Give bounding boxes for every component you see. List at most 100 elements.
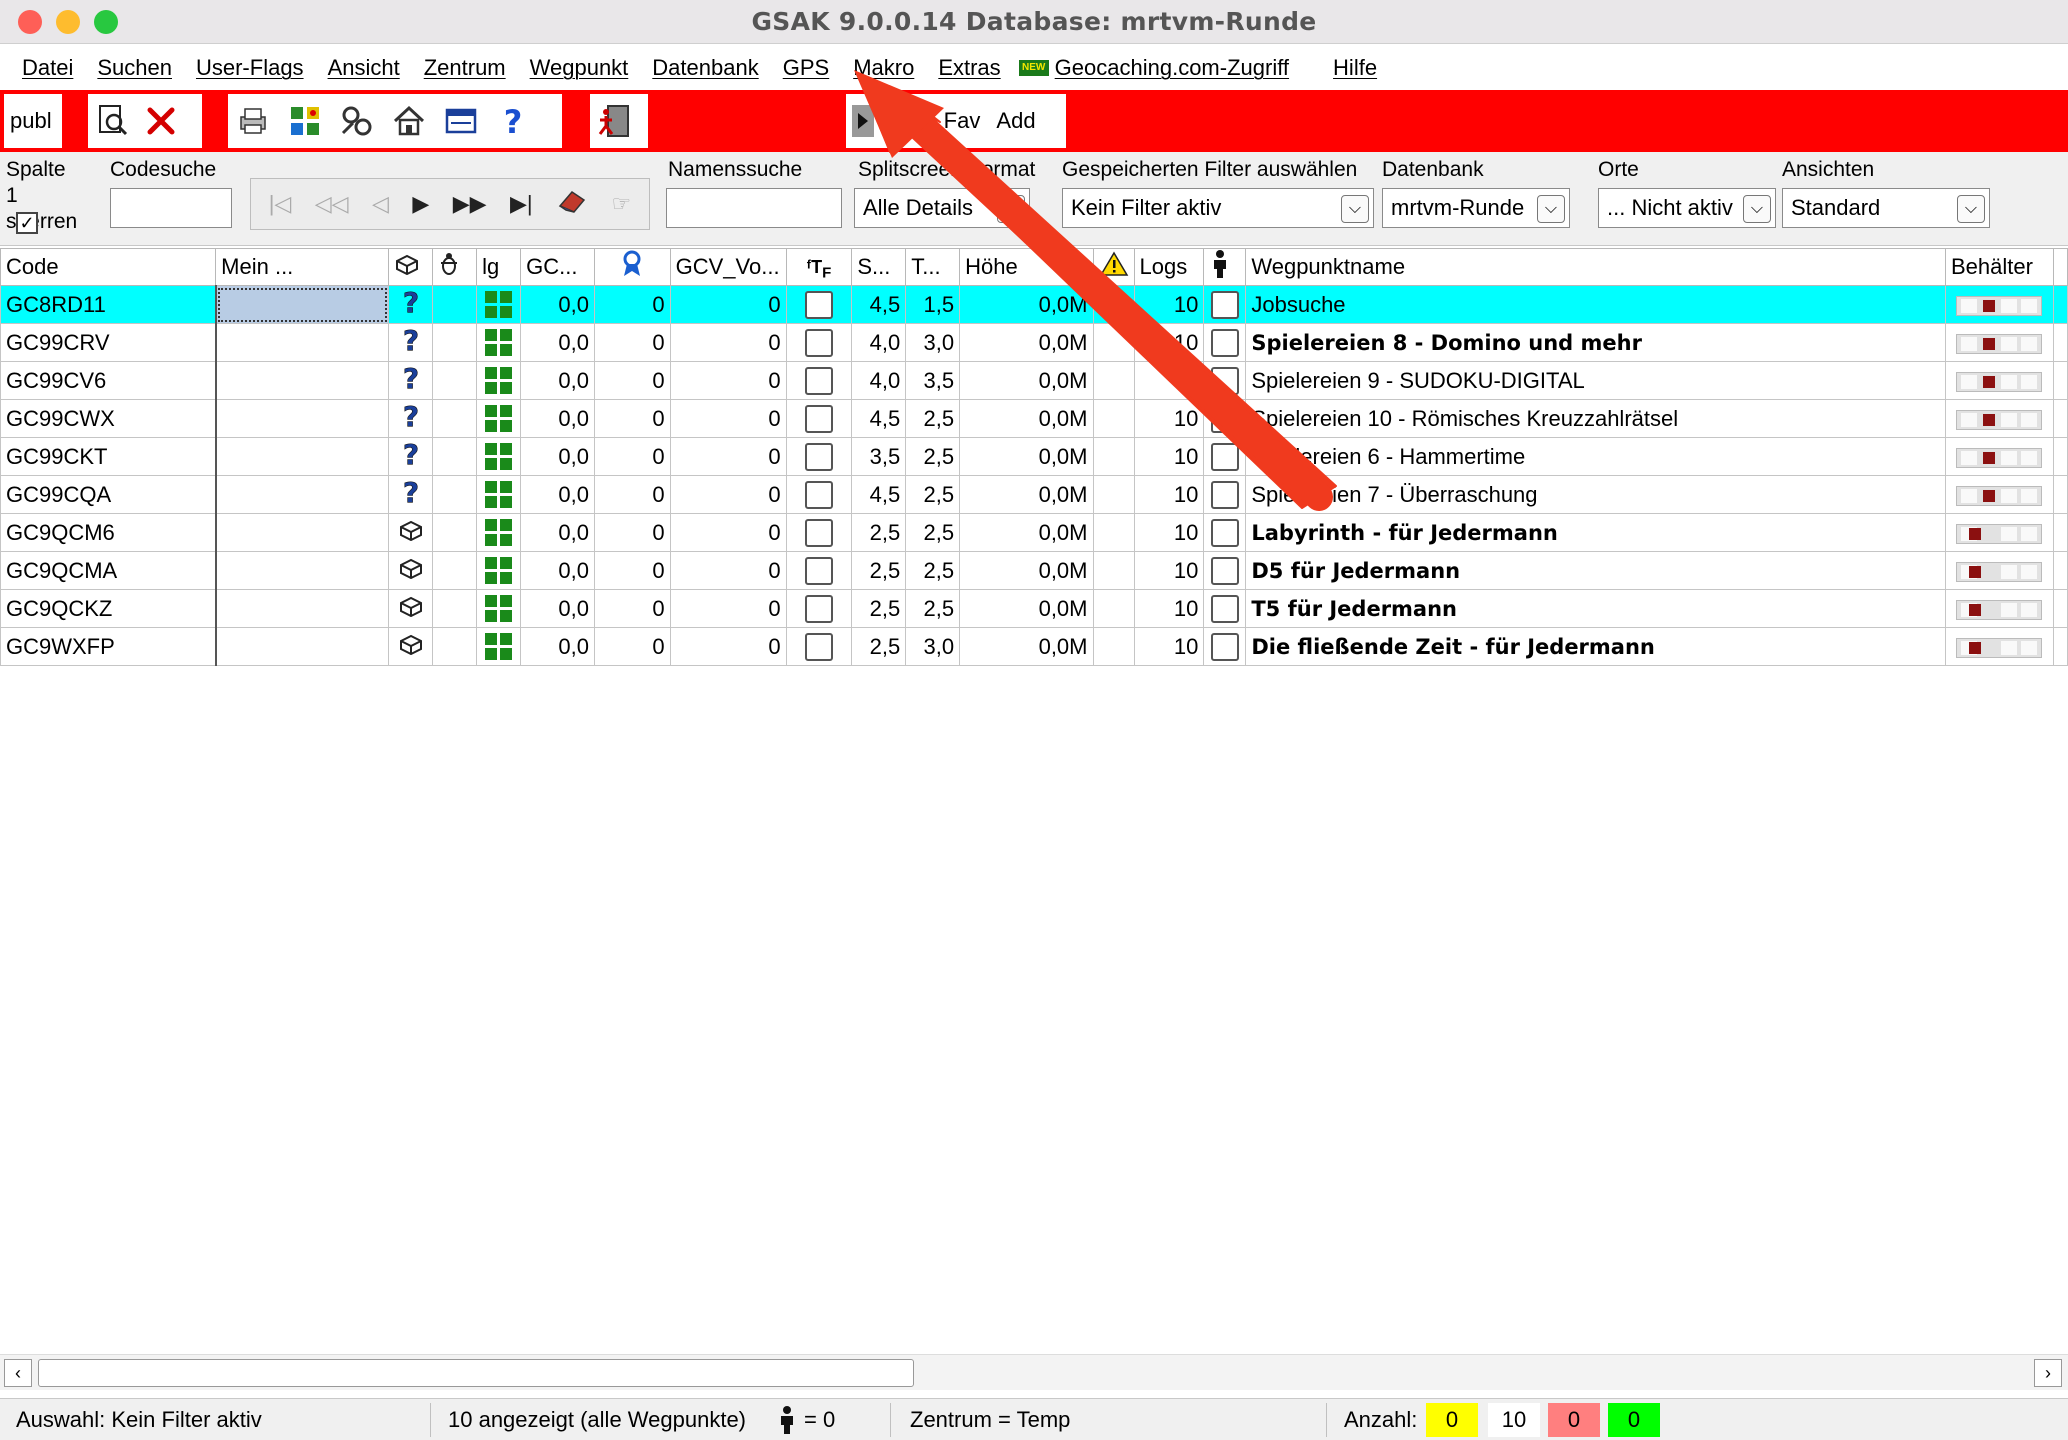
ftf-checkbox[interactable] (804, 480, 833, 509)
cell-code[interactable]: GC9QCKZ (0, 589, 217, 628)
cell-person[interactable] (1203, 323, 1247, 362)
col-gcv[interactable]: GCV_Vo... (669, 248, 787, 286)
cell-person[interactable] (1203, 437, 1247, 476)
col-gc[interactable]: GC... (520, 248, 595, 286)
datenbank-select[interactable]: mrtvm-Runde ⌵ (1382, 188, 1570, 228)
cell-mein[interactable] (215, 513, 390, 552)
ftf-checkbox[interactable] (804, 442, 833, 471)
table-row[interactable]: GC8RD11? 0,0 0 0 4,5 1,5 0,0M 10 Jobsuche (0, 285, 2068, 324)
cell-ftf[interactable] (785, 285, 853, 324)
cell-code[interactable]: GC99CQA (0, 475, 217, 514)
person-checkbox[interactable] (1210, 632, 1239, 661)
person-checkbox[interactable] (1210, 404, 1239, 433)
person-checkbox[interactable] (1210, 594, 1239, 623)
cell-person[interactable] (1203, 589, 1247, 628)
ftf-checkbox[interactable] (804, 556, 833, 585)
scroll-left-icon[interactable]: ‹ (4, 1359, 32, 1387)
col-t[interactable]: T... (905, 248, 961, 286)
menu-hilfe[interactable]: Hilfe (1321, 55, 1389, 81)
cell-name[interactable]: Jobsuche (1245, 285, 1946, 324)
col-person[interactable] (1203, 248, 1247, 286)
macro-add-button[interactable]: Add (996, 98, 1036, 144)
cell-person[interactable] (1203, 513, 1247, 552)
cell-person[interactable] (1203, 627, 1247, 666)
col-logs[interactable]: Logs (1133, 248, 1205, 286)
table-row[interactable]: GC99CV6? 0,0 0 0 4,0 3,5 0,0M 10 Spielereien 9 -… (0, 361, 2068, 400)
menu-ansicht[interactable]: Ansicht (316, 55, 412, 81)
cell-person[interactable] (1203, 399, 1247, 438)
table-row[interactable]: GC9WXFP 0,0 0 0 2,5 3,0 0,0M 10 Die fließende Ze… (0, 627, 2068, 666)
publ-button[interactable]: publ (10, 98, 52, 144)
col-cache-type[interactable] (388, 248, 434, 286)
orte-select[interactable]: ... Nicht aktiv ⌵ (1598, 188, 1776, 228)
table-row[interactable]: GC9QCM6 0,0 0 0 2,5 2,5 0,0M 10 Labyrinth - für … (0, 513, 2068, 552)
namenssuche-input[interactable] (666, 188, 842, 228)
sperren-checkbox[interactable]: ✓ (16, 212, 38, 234)
scroll-right-icon[interactable]: › (2034, 1359, 2062, 1387)
cell-ftf[interactable] (785, 399, 853, 438)
cell-person[interactable] (1203, 285, 1247, 324)
cell-name[interactable]: Labyrinth - für Jedermann (1245, 513, 1946, 552)
cell-person[interactable] (1203, 551, 1247, 590)
ftf-checkbox[interactable] (804, 366, 833, 395)
cell-ftf[interactable] (785, 437, 853, 476)
cell-ftf[interactable] (785, 323, 853, 362)
eraser-icon[interactable] (556, 188, 588, 220)
cell-mein[interactable] (215, 475, 390, 514)
cell-name[interactable]: Spielereien 10 - Römisches Kreuzzahlräts… (1245, 399, 1946, 438)
ftf-checkbox[interactable] (804, 328, 833, 357)
person-checkbox[interactable] (1210, 290, 1239, 319)
col-ig[interactable]: lg (476, 248, 522, 286)
cell-ftf[interactable] (785, 551, 853, 590)
person-checkbox[interactable] (1210, 328, 1239, 357)
maximize-window-button[interactable] (94, 10, 118, 34)
col-hoehe[interactable]: Höhe (959, 248, 1094, 286)
horizontal-scrollbar[interactable]: ‹ › (0, 1354, 2068, 1390)
map-grid-icon[interactable] (286, 102, 324, 140)
menu-gps[interactable]: GPS (771, 55, 841, 81)
cell-person[interactable] (1203, 475, 1247, 514)
col-found[interactable] (432, 248, 478, 286)
table-row[interactable]: GC99CRV? 0,0 0 0 4,0 3,0 0,0M 10 Spielereien 8 -… (0, 323, 2068, 362)
window-view-icon[interactable] (442, 102, 480, 140)
printer-icon[interactable] (234, 102, 272, 140)
menu-geocaching-access[interactable]: Geocaching.com-Zugriff (1053, 55, 1301, 81)
col-mein[interactable]: Mein ... (215, 248, 390, 286)
menu-suchen[interactable]: Suchen (85, 55, 184, 81)
next-record-icon[interactable]: ▶ (412, 191, 429, 217)
cell-ftf[interactable] (785, 475, 853, 514)
cell-ftf[interactable] (785, 361, 853, 400)
cell-person[interactable] (1203, 361, 1247, 400)
cell-mein[interactable] (215, 399, 390, 438)
close-window-button[interactable] (18, 10, 42, 34)
cell-name[interactable]: Spielereien 9 - SUDOKU-DIGITAL (1245, 361, 1946, 400)
exit-door-icon[interactable] (596, 102, 634, 140)
person-checkbox[interactable] (1210, 366, 1239, 395)
page-forward-icon[interactable]: ▶▶ (453, 191, 487, 217)
col-name[interactable]: Wegpunktname (1245, 248, 1946, 286)
col-s[interactable]: S... (851, 248, 907, 286)
cell-mein[interactable] (215, 361, 390, 400)
pointer-hand-icon[interactable]: ☞ (611, 191, 631, 217)
ftf-checkbox[interactable] (804, 594, 833, 623)
table-row[interactable]: GC9QCMA 0,0 0 0 2,5 2,5 0,0M 10 D5 für Jedermann (0, 551, 2068, 590)
cell-name[interactable]: Spielereien 6 - Hammertime (1245, 437, 1946, 476)
ftf-checkbox[interactable] (804, 290, 833, 319)
col-ftf[interactable]: ᶠTF (785, 248, 853, 286)
cell-mein[interactable] (215, 437, 390, 476)
col-extra[interactable] (2052, 248, 2068, 286)
cell-code[interactable]: GC99CRV (0, 323, 217, 362)
last-record-icon[interactable]: ▶| (510, 191, 533, 217)
table-row[interactable]: GC99CKT? 0,0 0 0 3,5 2,5 0,0M 10 Spielereien 6 -… (0, 437, 2068, 476)
col-favorites[interactable] (594, 248, 671, 286)
first-record-icon[interactable]: |◁ (269, 191, 292, 217)
previous-record-icon[interactable]: ◁ (372, 191, 389, 217)
person-checkbox[interactable] (1210, 518, 1239, 547)
cell-name[interactable]: Spielereien 7 - Überraschung (1245, 475, 1946, 514)
splitscreen-select[interactable]: Alle Details ⌵ (854, 188, 1030, 228)
menu-datenbank[interactable]: Datenbank (640, 55, 770, 81)
ftf-checkbox[interactable] (804, 404, 833, 433)
cell-code[interactable]: GC8RD11 (0, 285, 217, 324)
codesuche-input[interactable] (110, 188, 232, 228)
cell-ftf[interactable] (785, 513, 853, 552)
